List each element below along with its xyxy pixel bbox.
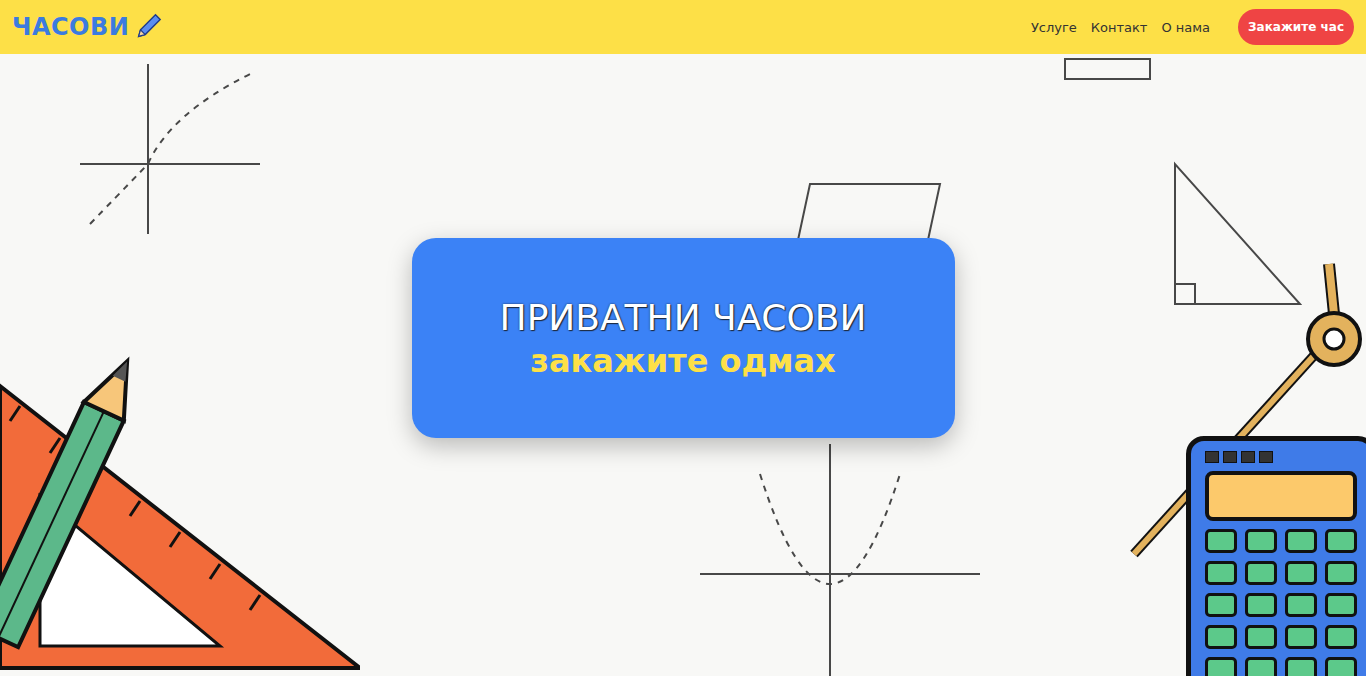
calculator-slots — [1205, 451, 1357, 463]
page: ЧАСОВИ Услуге Контакт О нама Закажите час ПРИ… — [0, 0, 1366, 676]
calculator-icon — [1186, 436, 1366, 676]
logo-text: ЧАСОВИ — [12, 13, 129, 41]
top-bar: ЧАСОВИ Услуге Контакт О нама Закажите час — [0, 0, 1366, 54]
hero-title: ПРИВАТНИ ЧАСОВИ — [500, 297, 867, 338]
hero: ПРИВАТНИ ЧАСОВИ закажите одмах — [0, 54, 1366, 676]
nav-link[interactable]: Услуге — [1031, 20, 1077, 35]
logo[interactable]: ЧАСОВИ — [12, 12, 163, 42]
calculator-keys — [1205, 529, 1357, 676]
nav-link[interactable]: Контакт — [1091, 20, 1148, 35]
hero-card[interactable]: ПРИВАТНИ ЧАСОВИ закажите одмах — [412, 238, 955, 438]
hero-subtitle: закажите одмах — [530, 342, 835, 380]
book-button[interactable]: Закажите час — [1238, 9, 1354, 45]
calculator-screen — [1205, 471, 1357, 521]
ruler-and-pencil-icon — [0, 346, 360, 676]
nav-link[interactable]: О нама — [1161, 20, 1210, 35]
pencil-icon — [133, 12, 163, 42]
main-nav: Услуге Контакт О нама Закажите час — [1031, 9, 1354, 45]
